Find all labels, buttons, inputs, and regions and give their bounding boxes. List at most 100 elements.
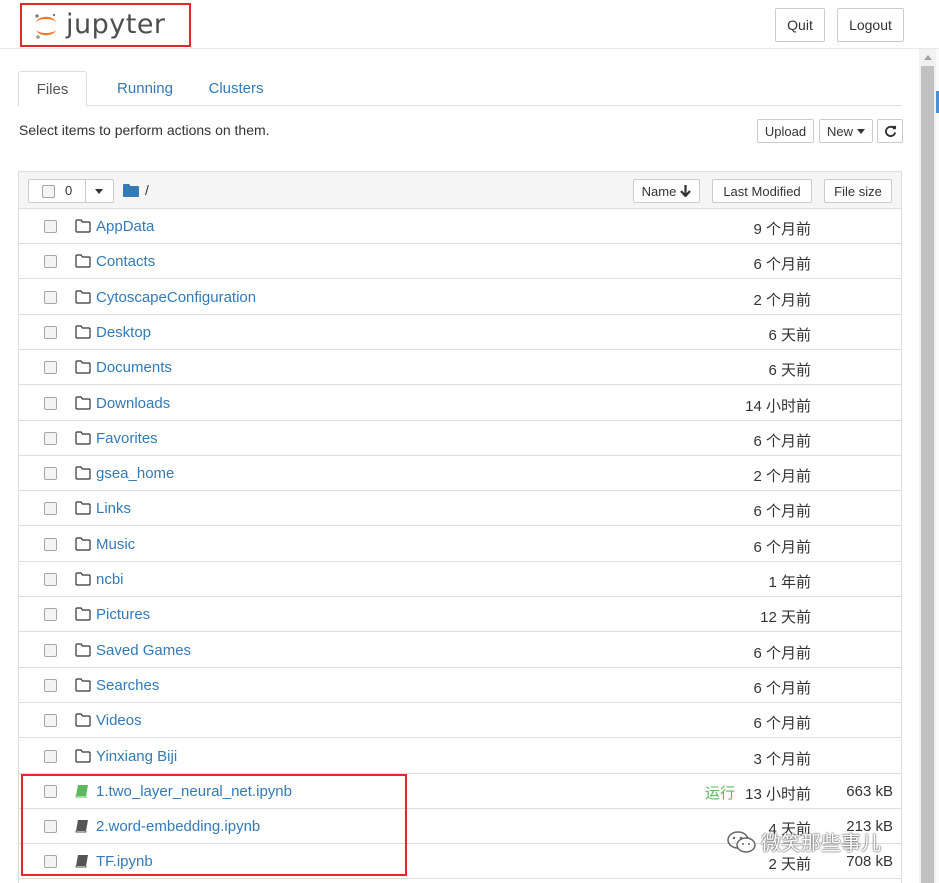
row-checkbox[interactable]	[44, 820, 57, 834]
sort-size-button[interactable]: File size	[824, 179, 892, 203]
sort-modified-button[interactable]: Last Modified	[712, 179, 812, 203]
file-row[interactable]: Yinxiang Biji 3 个月前	[19, 738, 901, 774]
file-row[interactable]: Links 6 个月前	[19, 491, 901, 527]
folder-icon	[75, 289, 91, 304]
file-name-link[interactable]: Videos	[96, 712, 142, 729]
folder-icon	[75, 607, 91, 621]
refresh-button[interactable]	[877, 119, 903, 143]
upload-button[interactable]: Upload	[757, 119, 814, 143]
file-name-link[interactable]: Links	[96, 500, 131, 517]
folder-solid-icon	[123, 183, 139, 197]
row-checkbox[interactable]	[44, 220, 57, 233]
tab-running[interactable]: Running	[97, 71, 193, 106]
last-modified: 13 小时前	[745, 785, 811, 803]
select-all-group[interactable]: 0	[28, 179, 114, 203]
row-checkbox[interactable]	[44, 678, 57, 692]
list-header: 0 / Name Last Modified File size	[19, 172, 901, 209]
file-name-link[interactable]: Pictures	[96, 606, 150, 623]
file-name-link[interactable]: gsea_home	[96, 465, 174, 482]
file-name-link[interactable]: Desktop	[96, 324, 151, 341]
file-row[interactable]: Searches 6 个月前	[19, 667, 901, 703]
row-checkbox[interactable]	[44, 396, 57, 410]
file-row[interactable]: Desktop 6 天前	[19, 314, 901, 350]
file-name-link[interactable]: Yinxiang Biji	[96, 748, 177, 765]
row-checkbox[interactable]	[44, 608, 57, 622]
last-modified: 6 个月前	[753, 256, 811, 274]
watermark: 微笑那些事儿	[727, 827, 881, 856]
row-checkbox[interactable]	[44, 467, 57, 481]
last-modified: 14 小时前	[745, 397, 811, 415]
file-name-link[interactable]: AppData	[96, 218, 154, 235]
file-row[interactable]: 1.two_layer_neural_net.ipynb 运行 13 小时前 663 …	[19, 773, 901, 809]
last-modified: 2 天前	[768, 856, 811, 874]
file-row[interactable]: CytoscapeConfiguration 2 个月前	[19, 279, 901, 315]
scroll-up-arrow-icon[interactable]	[919, 49, 936, 66]
sort-name-label: Name	[641, 183, 677, 199]
last-modified: 6 个月前	[753, 503, 811, 521]
last-modified: 12 天前	[760, 609, 811, 627]
arrow-down-icon	[680, 185, 692, 197]
row-checkbox[interactable]	[44, 573, 57, 586]
file-row[interactable]: Music 6 个月前	[19, 526, 901, 562]
last-modified: 3 个月前	[753, 750, 811, 768]
logout-button[interactable]: Logout	[837, 8, 904, 42]
row-checkbox[interactable]	[44, 325, 57, 339]
row-checkbox[interactable]	[44, 502, 57, 516]
file-name-link[interactable]: Documents	[96, 359, 172, 376]
last-modified: 2 个月前	[753, 468, 811, 486]
file-size: 663 kB	[846, 782, 893, 800]
last-modified: 6 个月前	[753, 644, 811, 662]
file-name-link[interactable]: Contacts	[96, 253, 155, 270]
file-name-link[interactable]: Music	[96, 536, 135, 553]
select-all-checkbox[interactable]	[42, 185, 55, 198]
row-checkbox[interactable]	[44, 784, 57, 798]
sort-name-button[interactable]: Name	[633, 179, 700, 203]
folder-icon	[75, 537, 91, 551]
last-modified: 6 个月前	[753, 715, 811, 733]
folder-icon	[75, 219, 91, 233]
file-row[interactable]: ncbi 1 年前	[19, 562, 901, 597]
file-name-link[interactable]: CytoscapeConfiguration	[96, 289, 256, 306]
folder-icon	[75, 431, 91, 445]
file-name-link[interactable]: 1.two_layer_neural_net.ipynb	[96, 783, 292, 800]
file-row[interactable]: Favorites 6 个月前	[19, 420, 901, 456]
file-name-link[interactable]: Searches	[96, 677, 159, 694]
new-dropdown-button[interactable]: New	[819, 119, 873, 143]
tab-clusters[interactable]: Clusters	[193, 71, 279, 106]
breadcrumb[interactable]: /	[123, 182, 149, 198]
file-name-link[interactable]: Saved Games	[96, 642, 191, 659]
row-checkbox[interactable]	[44, 361, 57, 375]
last-modified: 9 个月前	[753, 221, 811, 238]
file-row[interactable]: Videos 6 个月前	[19, 703, 901, 739]
file-name-link[interactable]: TF.ipynb	[96, 853, 153, 870]
quit-button[interactable]: Quit	[775, 8, 825, 42]
row-checkbox[interactable]	[44, 855, 57, 869]
scrollbar-thumb[interactable]	[921, 66, 934, 883]
folder-icon	[75, 713, 91, 727]
breadcrumb-root[interactable]: /	[145, 182, 149, 198]
file-name-link[interactable]: Favorites	[96, 430, 158, 447]
jupyter-logo[interactable]: jupyter	[20, 3, 191, 47]
row-checkbox[interactable]	[44, 431, 57, 445]
select-menu-caret-icon[interactable]	[95, 189, 103, 194]
last-modified: 6 个月前	[753, 432, 811, 450]
tab-files[interactable]: Files	[18, 71, 87, 107]
file-row[interactable]: Saved Games 6 个月前	[19, 632, 901, 668]
notebook-icon	[75, 854, 91, 868]
file-row[interactable]: gsea_home 2 个月前	[19, 456, 901, 492]
row-checkbox[interactable]	[44, 537, 57, 551]
file-row[interactable]: AppData 9 个月前	[19, 209, 901, 244]
file-name-link[interactable]: ncbi	[96, 571, 124, 588]
row-checkbox[interactable]	[44, 290, 57, 304]
row-checkbox[interactable]	[44, 714, 57, 728]
row-checkbox[interactable]	[44, 255, 57, 269]
row-checkbox[interactable]	[44, 749, 57, 763]
file-name-link[interactable]: 2.word-embedding.ipynb	[96, 818, 260, 835]
file-row[interactable]: Pictures 12 天前	[19, 597, 901, 633]
file-row[interactable]: Contacts 6 个月前	[19, 244, 901, 280]
file-name-link[interactable]: Downloads	[96, 395, 170, 412]
row-checkbox[interactable]	[44, 643, 57, 657]
file-row[interactable]: Documents 6 天前	[19, 350, 901, 386]
file-row[interactable]: Downloads 14 小时前	[19, 385, 901, 421]
refresh-icon	[884, 125, 896, 137]
